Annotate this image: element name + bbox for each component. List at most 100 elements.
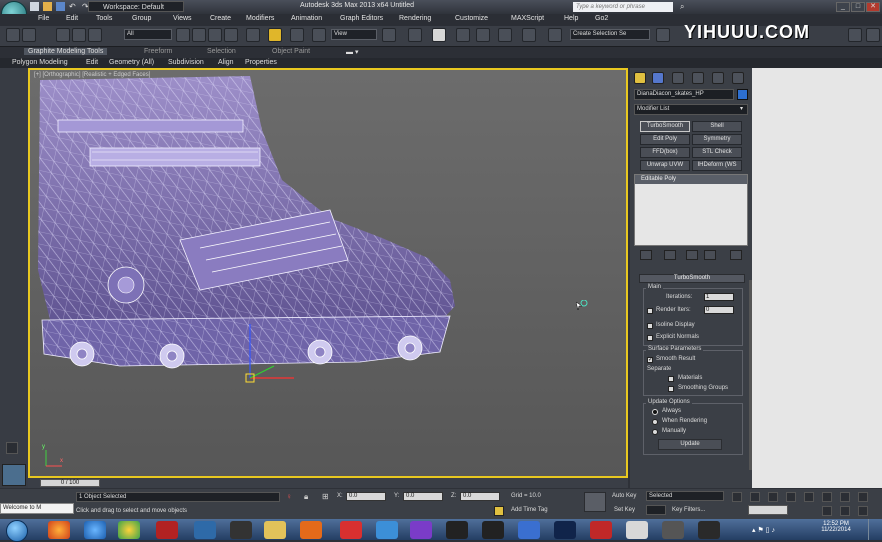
viewport-layout-icon[interactable] xyxy=(6,442,18,454)
menu-modifiers[interactable]: Modifiers xyxy=(246,15,274,22)
select-by-name-icon[interactable] xyxy=(192,28,206,42)
stack-item-editable-poly[interactable]: Editable Poly xyxy=(635,175,747,184)
link-icon[interactable] xyxy=(56,28,70,42)
media-player-icon[interactable] xyxy=(300,521,322,539)
explicit-normals-checkbox[interactable] xyxy=(647,335,653,341)
minimize-button[interactable]: _ xyxy=(836,2,850,12)
add-time-tag-button[interactable]: Add Time Tag xyxy=(511,507,548,513)
tab-object-paint[interactable]: Object Paint xyxy=(272,48,310,55)
previous-frame-icon[interactable] xyxy=(750,492,760,502)
modify-tab-icon[interactable] xyxy=(652,72,664,84)
rectangle-selection-icon[interactable] xyxy=(208,28,222,42)
menu-maxscript[interactable]: MAXScript xyxy=(511,15,544,22)
key-mode-dropdown[interactable]: Selected xyxy=(646,491,724,501)
y-coord-field[interactable]: 0.0 xyxy=(403,492,443,501)
unwrap-uvw-button[interactable]: Unwrap UVW xyxy=(640,160,690,171)
dropbox-icon[interactable] xyxy=(376,521,398,539)
menu-create[interactable]: Create xyxy=(210,15,231,22)
snaps-toggle-icon[interactable] xyxy=(456,28,470,42)
maximize-button[interactable]: □ xyxy=(851,2,865,12)
menu-group[interactable]: Group xyxy=(132,15,151,22)
edit-poly-button[interactable]: Edit Poly xyxy=(640,134,690,145)
reference-coord-dropdown[interactable]: View xyxy=(331,29,377,40)
render-setup-icon[interactable] xyxy=(848,28,862,42)
render-iters-checkbox[interactable] xyxy=(647,308,653,314)
unlink-icon[interactable] xyxy=(72,28,86,42)
isolate-selection-icon[interactable]: ♀ xyxy=(286,492,292,501)
pan-icon[interactable] xyxy=(840,506,850,516)
chevron-down-icon[interactable]: ▾ xyxy=(740,105,743,112)
undo-icon[interactable]: ↶ xyxy=(69,2,78,11)
go-to-end-icon[interactable] xyxy=(804,492,814,502)
current-frame-field[interactable] xyxy=(748,505,788,515)
hierarchy-tab-icon[interactable] xyxy=(672,72,684,84)
percent-snap-icon[interactable] xyxy=(498,28,512,42)
app-icon-8[interactable] xyxy=(626,521,648,539)
selection-filter-dropdown[interactable]: All xyxy=(124,29,172,40)
undo-button[interactable] xyxy=(6,28,20,42)
zoom-all-icon[interactable] xyxy=(840,492,850,502)
angle-snap-icon[interactable] xyxy=(476,28,490,42)
app-icon-2[interactable] xyxy=(230,521,252,539)
menu-go2[interactable]: Go2 xyxy=(595,15,608,22)
manually-radio[interactable] xyxy=(652,429,658,435)
time-tag-icon[interactable] xyxy=(494,506,504,516)
menu-graph-editors[interactable]: Graph Editors xyxy=(340,15,383,22)
next-frame-icon[interactable] xyxy=(786,492,796,502)
mini-listener-icon[interactable] xyxy=(2,464,26,486)
absolute-mode-icon[interactable]: ⊞ xyxy=(322,492,329,501)
create-tab-icon[interactable] xyxy=(634,72,646,84)
ffd-box-button[interactable]: FFD(box) xyxy=(640,147,690,158)
key-icon[interactable] xyxy=(584,492,606,512)
start-button[interactable] xyxy=(6,520,28,542)
app-icon-3[interactable] xyxy=(340,521,362,539)
symmetry-button[interactable]: Symmetry xyxy=(692,134,742,145)
smoothing-groups-checkbox[interactable] xyxy=(668,386,674,392)
firefox-icon[interactable] xyxy=(48,521,70,539)
tab-freeform[interactable]: Freeform xyxy=(144,48,172,55)
menu-tools[interactable]: Tools xyxy=(96,15,112,22)
system-tray-icons[interactable]: ▴ ⚑ ▯ ♪ xyxy=(752,526,775,534)
key-filters-button[interactable]: Key Filters... xyxy=(672,507,705,513)
update-button[interactable]: Update xyxy=(658,439,722,450)
display-tab-icon[interactable] xyxy=(712,72,724,84)
app-icon-6[interactable] xyxy=(518,521,540,539)
scale-icon[interactable] xyxy=(312,28,326,42)
photoshop-icon[interactable] xyxy=(554,521,576,539)
menu-customize[interactable]: Customize xyxy=(455,15,488,22)
panel-edit[interactable]: Edit xyxy=(86,59,98,66)
ihdeform-button[interactable]: IHDeform (WS xyxy=(692,160,742,171)
window-crossing-icon[interactable] xyxy=(224,28,238,42)
tab-selection[interactable]: Selection xyxy=(207,48,236,55)
x-coord-field[interactable]: 0.0 xyxy=(346,492,386,501)
save-icon[interactable] xyxy=(56,2,65,11)
lock-selection-icon[interactable]: 🔒︎ xyxy=(304,492,308,502)
app-icon-1[interactable] xyxy=(194,521,216,539)
modifier-list-dropdown[interactable]: Modifier List xyxy=(634,104,748,115)
show-end-result-icon[interactable] xyxy=(664,250,676,260)
remove-modifier-icon[interactable] xyxy=(704,250,716,260)
internet-explorer-icon[interactable] xyxy=(84,521,106,539)
edit-named-selection-icon[interactable] xyxy=(548,28,562,42)
select-move-icon[interactable] xyxy=(246,28,260,42)
smooth-result-checkbox[interactable]: ✓ xyxy=(647,357,653,363)
make-unique-icon[interactable] xyxy=(686,250,698,260)
redo-button[interactable] xyxy=(22,28,36,42)
configure-modifier-sets-icon[interactable] xyxy=(730,250,742,260)
app-icon-7[interactable] xyxy=(590,521,612,539)
turbosmooth-button[interactable]: TurboSmooth xyxy=(640,121,690,132)
turbosmooth-rollout-header[interactable]: TurboSmooth xyxy=(639,274,745,283)
perspective-viewport[interactable]: [+] [Orthographic] [Realistic + Edged Fa… xyxy=(28,68,628,478)
search-icon[interactable]: ⌕ xyxy=(680,2,684,12)
bind-space-warp-icon[interactable] xyxy=(88,28,102,42)
file-explorer-icon[interactable] xyxy=(264,521,286,539)
manipulate-icon[interactable] xyxy=(408,28,422,42)
zoom-extents-icon[interactable] xyxy=(858,492,868,502)
pin-stack-icon[interactable] xyxy=(640,250,652,260)
workspace-dropdown[interactable]: Workspace: Default xyxy=(88,1,184,12)
play-icon[interactable] xyxy=(768,492,778,502)
pivot-center-icon[interactable] xyxy=(382,28,396,42)
ribbon-options-icon[interactable]: ▬ ▾ xyxy=(346,48,358,56)
object-color-swatch[interactable] xyxy=(737,89,748,100)
maxscript-listener-field[interactable]: Welcome to M xyxy=(0,503,74,514)
